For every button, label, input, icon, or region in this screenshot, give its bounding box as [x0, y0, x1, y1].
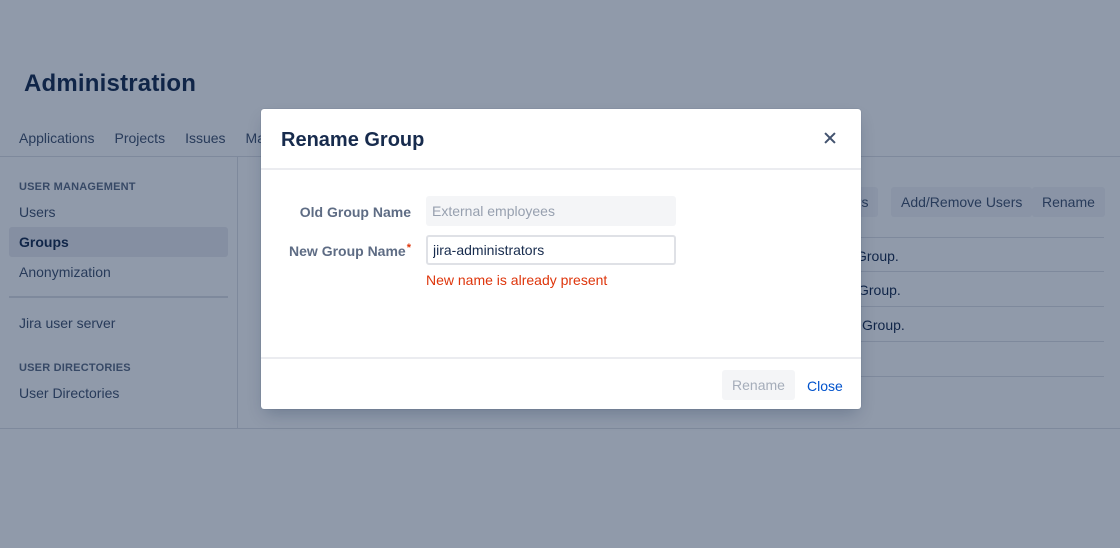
required-mark: *	[406, 242, 411, 254]
dialog-footer: Rename Close	[261, 357, 861, 409]
new-group-name-label: New Group Name*	[289, 242, 411, 259]
rename-button[interactable]: Rename	[722, 370, 795, 400]
old-group-name-label: Old Group Name	[299, 204, 411, 220]
new-group-name-error: New name is already present	[426, 272, 608, 288]
close-icon[interactable]	[820, 128, 840, 148]
old-group-name-field: External employees	[426, 196, 676, 226]
close-button[interactable]: Close	[807, 378, 843, 394]
dialog-title: Rename Group	[281, 129, 425, 151]
dialog-header: Rename Group	[261, 109, 861, 170]
new-group-name-input[interactable]	[426, 235, 676, 265]
rename-group-dialog: Rename Group Old Group Name External emp…	[261, 109, 861, 409]
